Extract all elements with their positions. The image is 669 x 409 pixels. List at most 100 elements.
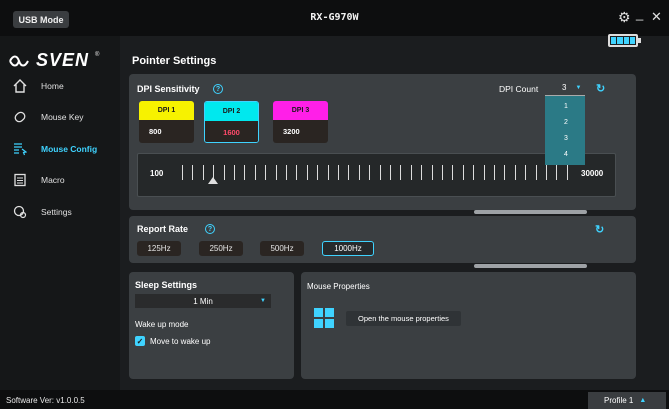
slider-tick (556, 165, 558, 180)
dpi-slider-handle[interactable] (208, 177, 218, 184)
move-to-wake-checkbox[interactable]: ✓ (135, 336, 145, 346)
slider-tick (566, 165, 568, 180)
sidebar: SVEN ® Home Mouse Key Mouse Config Macro… (0, 36, 120, 390)
slider-tick (182, 165, 183, 180)
dpi-count-value: 3 (562, 83, 567, 92)
dpi-refresh-icon[interactable]: ↻ (596, 82, 605, 95)
slider-tick (494, 165, 495, 180)
chevron-down-icon: ▼ (575, 84, 582, 91)
dpi-level-3[interactable]: DPI 3 3200 (273, 101, 328, 143)
sven-logo-icon (9, 55, 29, 66)
slider-tick (265, 165, 267, 180)
open-mouse-properties-button[interactable]: Open the mouse properties (346, 311, 461, 326)
sleep-settings-title: Sleep Settings (135, 280, 198, 290)
dpi-count-label: DPI Count (499, 84, 539, 94)
home-icon (12, 78, 28, 94)
slider-tick (317, 165, 319, 180)
slider-tick (327, 165, 329, 180)
rate-option-500[interactable]: 500Hz (260, 241, 304, 256)
minimize-button[interactable]: _ (636, 6, 643, 22)
sidebar-item-label: Macro (41, 175, 65, 185)
sven-logo: SVEN ® (8, 50, 99, 71)
sidebar-item-macro[interactable]: Macro (0, 165, 120, 195)
dpi-sensitivity-title: DPI Sensitivity (137, 84, 200, 94)
move-to-wake-label: Move to wake up (150, 337, 211, 346)
dpi-count-option[interactable]: 1 (564, 103, 568, 110)
rate-option-1000[interactable]: 1000Hz (322, 241, 374, 256)
report-rate-help-icon[interactable]: ? (205, 224, 215, 234)
slider-tick (296, 165, 298, 180)
slider-tick (234, 165, 235, 180)
sleep-time-value: 1 Min (193, 296, 213, 306)
profile-selector[interactable]: Profile 1 ▲ (588, 392, 666, 409)
software-version: Software Ver: v1.0.0.5 (6, 396, 85, 405)
dpi-level-1[interactable]: DPI 1 800 (139, 101, 194, 143)
sleep-time-select[interactable]: 1 Min ▼ (135, 294, 271, 308)
mouse-properties-title: Mouse Properties (307, 282, 370, 291)
slider-tick (410, 165, 412, 180)
slider-tick (286, 165, 287, 180)
dpi-count-dropdown: 1 2 3 4 (545, 96, 585, 165)
profile-name: Profile 1 (604, 396, 634, 405)
dpi-level-2[interactable]: DPI 2 1600 (204, 101, 259, 143)
settings-icon (12, 204, 28, 220)
slider-tick (369, 165, 371, 180)
sidebar-item-label: Settings (41, 207, 72, 217)
battery-icon (608, 34, 641, 47)
dpi-level-name: DPI 3 (273, 101, 328, 120)
slider-tick (431, 165, 433, 180)
dpi-count-select[interactable]: 3 ▼ (545, 80, 585, 96)
dpi-panel-scrollbar[interactable] (474, 210, 587, 214)
dpi-level-value: 3200 (273, 120, 328, 143)
slider-tick (421, 165, 423, 180)
slider-tick (358, 165, 360, 180)
dpi-help-icon[interactable]: ? (213, 84, 223, 94)
slider-tick (483, 165, 485, 180)
report-rate-refresh-icon[interactable]: ↻ (595, 223, 604, 236)
slider-tick (525, 165, 527, 180)
slider-tick (223, 165, 225, 180)
slider-tick (400, 165, 402, 180)
sidebar-item-label: Mouse Config (41, 144, 98, 154)
slider-tick (514, 165, 516, 180)
wake-up-mode-label: Wake up mode (135, 320, 189, 329)
dpi-slider-min: 100 (150, 169, 164, 178)
report-rate-title: Report Rate (137, 224, 189, 234)
slider-tick (275, 165, 277, 180)
slider-tick (504, 165, 506, 180)
dpi-count-option[interactable]: 4 (564, 151, 568, 158)
slider-tick (202, 165, 204, 180)
report-panel-scrollbar[interactable] (474, 264, 587, 268)
slider-tick (192, 165, 194, 180)
slider-tick (546, 165, 547, 180)
slider-tick (535, 165, 537, 180)
sidebar-item-label: Mouse Key (41, 112, 84, 122)
slider-tick (452, 165, 454, 180)
slider-tick (462, 165, 464, 180)
close-button[interactable]: ✕ (651, 9, 662, 25)
slider-tick (254, 165, 256, 180)
slider-tick (473, 165, 475, 180)
slider-tick (244, 165, 246, 180)
sidebar-item-settings[interactable]: Settings (0, 197, 120, 227)
mouse-icon (12, 109, 28, 125)
mouse-config-icon (12, 141, 28, 157)
sidebar-item-mouse-key[interactable]: Mouse Key (0, 102, 120, 132)
slider-tick (338, 165, 339, 180)
rate-option-125[interactable]: 125Hz (137, 241, 181, 256)
title-bar: USB Mode RX-G970W ⚙ _ ✕ (0, 0, 669, 36)
windows-logo-icon (314, 308, 334, 328)
logo-registered-mark: ® (95, 51, 100, 58)
macro-icon (12, 172, 28, 188)
device-model: RX-G970W (310, 12, 359, 23)
chevron-up-icon: ▲ (639, 397, 647, 404)
sidebar-item-home[interactable]: Home (0, 71, 120, 101)
dpi-count-option[interactable]: 3 (564, 135, 568, 142)
logo-text: SVEN (36, 50, 90, 70)
rate-option-250[interactable]: 250Hz (199, 241, 243, 256)
dpi-count-option[interactable]: 2 (564, 119, 568, 126)
gear-icon[interactable]: ⚙ (618, 9, 631, 25)
sidebar-item-label: Home (41, 81, 64, 91)
slider-tick (442, 165, 443, 180)
sidebar-item-mouse-config[interactable]: Mouse Config (0, 134, 120, 164)
